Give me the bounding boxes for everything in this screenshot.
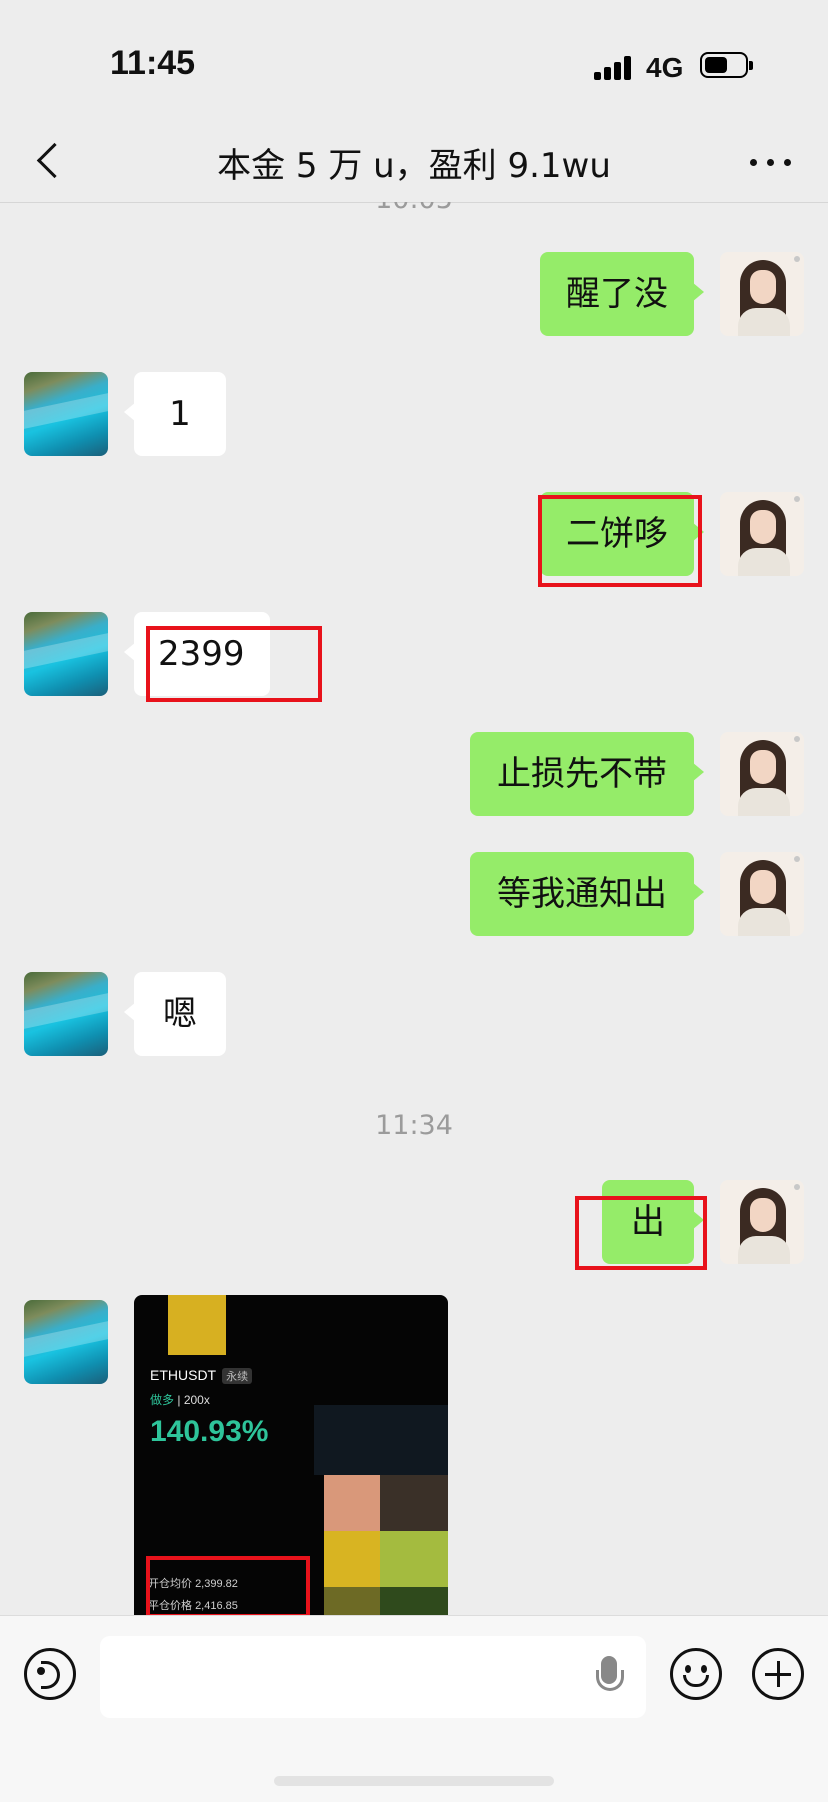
back-icon[interactable] (30, 138, 70, 182)
trade-direction: 做多 | 200x (150, 1393, 210, 1407)
message-list[interactable]: 10:05 醒了没 1 二饼哆 2399 止损先不带 等我通知出 嗯 11:34… (0, 202, 828, 1615)
chat-title: 本金 5 万 u，盈利 9.1wu (217, 146, 611, 186)
self-avatar[interactable] (720, 852, 804, 936)
contact-avatar[interactable] (24, 612, 108, 696)
emoji-icon[interactable] (670, 1648, 722, 1700)
network-type: 4G (646, 52, 684, 83)
message-bubble-out[interactable]: 醒了没 (540, 252, 704, 336)
message-bubble-out[interactable]: 等我通知出 (470, 852, 704, 936)
contact-avatar[interactable] (24, 372, 108, 456)
status-time: 11:45 (110, 44, 196, 82)
status-bar: 11:45 4G (0, 0, 828, 120)
highlight-box (146, 626, 322, 702)
timestamp: 11:34 (375, 1110, 453, 1141)
self-avatar[interactable] (720, 732, 804, 816)
voice-icon[interactable] (24, 1648, 76, 1700)
signal-icon (594, 56, 634, 80)
mic-icon[interactable] (594, 1656, 624, 1702)
chat-header: 本金 5 万 u，盈利 9.1wu (0, 120, 828, 203)
contact-avatar[interactable] (24, 1300, 108, 1384)
trade-symbol: ETHUSDT 永续 (150, 1367, 253, 1384)
message-bubble-in[interactable]: 1 (124, 372, 226, 456)
highlight-box (538, 495, 702, 587)
battery-icon (700, 52, 753, 78)
self-avatar[interactable] (720, 252, 804, 336)
self-avatar[interactable] (720, 1180, 804, 1264)
highlight-box (146, 1556, 310, 1615)
contact-avatar[interactable] (24, 972, 108, 1056)
self-avatar[interactable] (720, 492, 804, 576)
trade-pnl-percent: 140.93% (150, 1415, 269, 1448)
contract-tag: 永续 (222, 1368, 253, 1384)
plus-icon[interactable] (752, 1648, 804, 1700)
more-icon[interactable] (746, 142, 796, 182)
message-bubble-in[interactable]: 嗯 (124, 972, 226, 1056)
timestamp: 10:05 (0, 202, 828, 215)
message-bubble-out[interactable]: 止损先不带 (470, 732, 704, 816)
input-bar (0, 1615, 828, 1802)
message-input[interactable] (100, 1636, 646, 1718)
highlight-box (575, 1196, 707, 1270)
home-indicator (274, 1776, 554, 1786)
